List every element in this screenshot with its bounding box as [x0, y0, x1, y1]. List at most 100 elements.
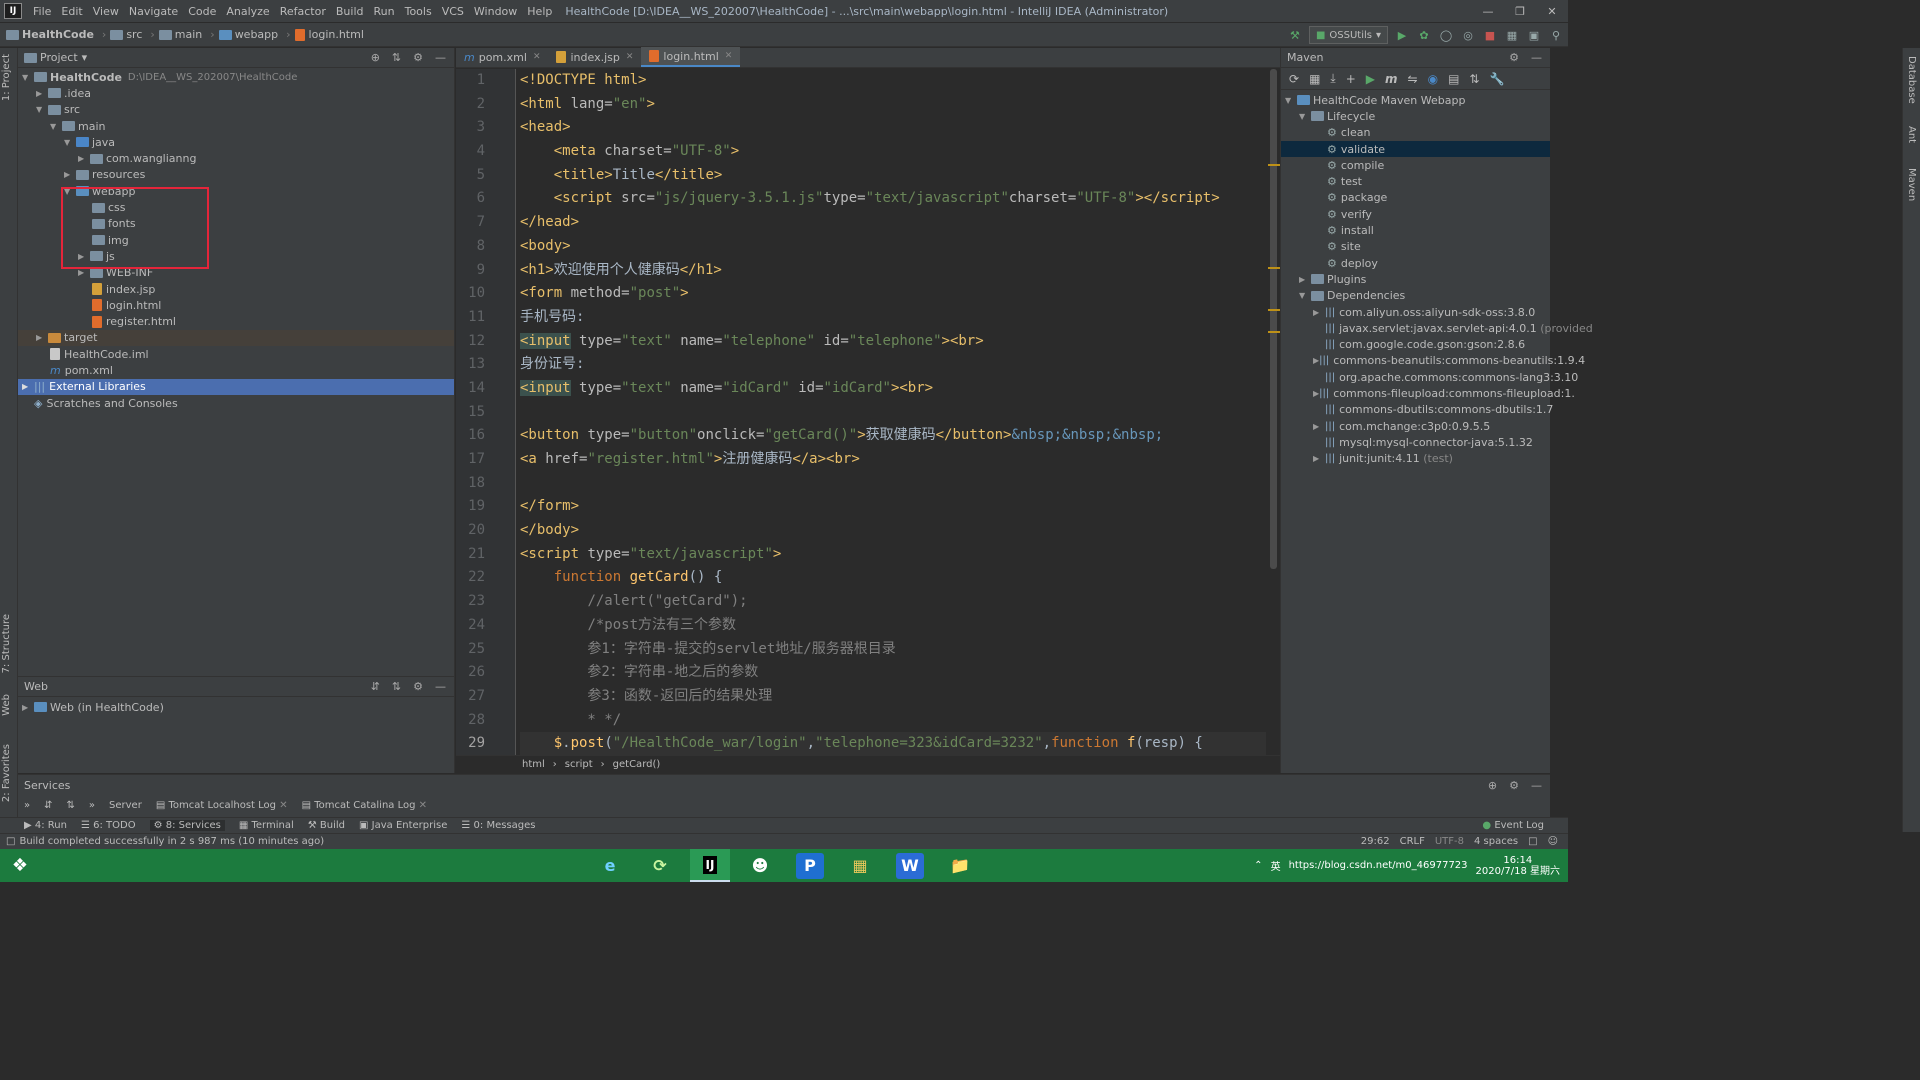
tree-item-package[interactable]: ▶ com.wanglianng: [18, 150, 454, 166]
dependency-item[interactable]: ▶ ||| com.aliyun.oss:aliyun-sdk-oss:3.8.0: [1281, 304, 1550, 320]
run-icon[interactable]: ▶: [1366, 72, 1375, 86]
profile-icon[interactable]: ◎: [1460, 27, 1476, 43]
caret-position[interactable]: 29:62: [1361, 836, 1390, 847]
generate-sources-icon[interactable]: ▦: [1309, 72, 1320, 86]
reload-icon[interactable]: ⟳: [1289, 72, 1299, 86]
menu-navigate[interactable]: Navigate: [124, 5, 183, 18]
stop-icon[interactable]: ■: [1482, 27, 1498, 43]
add-icon[interactable]: +: [1346, 72, 1356, 86]
expand-all-icon[interactable]: ⇵: [371, 680, 380, 693]
lock-icon[interactable]: □: [1528, 836, 1537, 847]
status-icon[interactable]: □: [6, 836, 15, 847]
tree-item-web-inf[interactable]: ▶ WEB-INF: [18, 265, 454, 281]
event-log[interactable]: ● Event Log: [1482, 820, 1568, 831]
menu-build[interactable]: Build: [331, 5, 369, 18]
tree-item-external-libraries[interactable]: ▶ ||| External Libraries: [18, 378, 454, 395]
dependency-item[interactable]: ||| commons-dbutils:commons-dbutils:1.7: [1281, 402, 1553, 418]
gear-icon[interactable]: ⚙: [1509, 779, 1519, 792]
services-tab-localhost-log[interactable]: ▤ Tomcat Localhost Log ✕: [156, 800, 288, 811]
hide-icon[interactable]: —: [435, 51, 446, 64]
tray-expand-icon[interactable]: ⌃: [1254, 860, 1262, 871]
gear-icon[interactable]: ⚙: [413, 51, 423, 64]
dependency-item[interactable]: ||| javax.servlet:javax.servlet-api:4.0.1…: [1281, 320, 1593, 336]
tree-item-idea[interactable]: ▶ .idea: [18, 85, 454, 101]
lifecycle-compile[interactable]: ⚙ compile: [1281, 157, 1550, 173]
lifecycle-install[interactable]: ⚙ install: [1281, 222, 1550, 238]
gear-icon[interactable]: ⚙: [1509, 51, 1519, 64]
skip-tests-icon[interactable]: ◉: [1428, 72, 1438, 86]
search-icon[interactable]: ⚲: [1548, 27, 1564, 43]
tree-item-pom[interactable]: m pom.xml: [18, 362, 454, 378]
hide-icon[interactable]: —: [435, 680, 446, 693]
dependency-item[interactable]: ▶ ||| junit:junit:4.11 (test): [1281, 451, 1550, 467]
menu-view[interactable]: View: [88, 5, 124, 18]
hide-icon[interactable]: —: [1531, 51, 1542, 64]
toolwin-build[interactable]: ⚒ Build: [308, 820, 345, 831]
line-separator[interactable]: CRLF: [1400, 836, 1425, 847]
services-tab-catalina-log[interactable]: ▤ Tomcat Catalina Log ✕: [302, 800, 427, 811]
restore-icon[interactable]: ❐: [1504, 0, 1536, 23]
close-tab-icon[interactable]: ✕: [626, 52, 634, 62]
collapse-icon[interactable]: ⇅: [67, 800, 75, 811]
web-tree-item[interactable]: ▶ Web (in HealthCode): [18, 699, 454, 715]
menu-run[interactable]: Run: [369, 5, 400, 18]
collapse-icon[interactable]: ⇅: [392, 680, 401, 693]
toggle-offline-icon[interactable]: ⇋: [1408, 72, 1418, 86]
stripe-maven[interactable]: Maven: [1906, 168, 1917, 201]
user-avatar-icon[interactable]: ☻: [740, 849, 780, 882]
tree-item-register-html[interactable]: register.html: [18, 313, 454, 329]
breadcrumb-src[interactable]: src: [110, 28, 142, 41]
tab-pom-xml[interactable]: m pom.xml ✕: [456, 47, 548, 67]
warning-marker[interactable]: [1268, 309, 1280, 311]
close-tab-icon[interactable]: ✕: [533, 52, 541, 62]
tree-item-java[interactable]: ▼ java: [18, 134, 454, 150]
minimize-icon[interactable]: —: [1472, 0, 1504, 23]
menu-file[interactable]: File: [28, 5, 56, 18]
menu-edit[interactable]: Edit: [56, 5, 87, 18]
inspector-icon[interactable]: ☺: [1548, 836, 1558, 847]
powerpoint-icon[interactable]: P: [796, 852, 824, 879]
tree-item-target[interactable]: ▶ target: [18, 329, 454, 347]
tree-item-css[interactable]: css: [18, 199, 454, 215]
dependency-item[interactable]: ||| org.apache.commons:commons-lang3:3.10: [1281, 369, 1578, 385]
file-explorer-icon[interactable]: 📁: [940, 849, 980, 882]
lifecycle-test[interactable]: ⚙ test: [1281, 173, 1550, 189]
crumb-html[interactable]: html: [522, 759, 545, 770]
lifecycle-clean[interactable]: ⚙ clean: [1281, 125, 1550, 141]
dependency-item[interactable]: ▶ ||| com.mchange:c3p0:0.9.5.5: [1281, 418, 1550, 434]
collapse-icon[interactable]: ⇅: [392, 51, 401, 64]
more-icon[interactable]: »: [89, 800, 95, 811]
stripe-structure[interactable]: 7: Structure: [1, 614, 12, 673]
clock[interactable]: 16:14 2020/7/18 星期六: [1476, 855, 1560, 877]
warning-marker[interactable]: [1268, 267, 1280, 269]
database-app-icon[interactable]: ▦: [840, 849, 880, 882]
dependency-item[interactable]: ||| mysql:mysql-connector-java:5.1.32: [1281, 434, 1550, 450]
warning-marker[interactable]: [1268, 164, 1280, 166]
close-icon[interactable]: ✕: [1536, 0, 1568, 23]
run-config-select[interactable]: ■ OSSUtils ▾: [1308, 26, 1388, 44]
tree-item-healthcode[interactable]: ▼ HealthCode D:\IDEA__WS_202007\HealthCode: [18, 69, 454, 85]
scrollbar-thumb[interactable]: [1270, 69, 1277, 569]
run-icon[interactable]: ▶: [1394, 27, 1410, 43]
stripe-project[interactable]: 1: Project: [1, 54, 12, 101]
tree-item-index-jsp[interactable]: index.jsp: [18, 281, 454, 297]
stripe-web[interactable]: Web: [1, 694, 12, 716]
lifecycle-site[interactable]: ⚙ site: [1281, 239, 1550, 255]
project-structure-icon[interactable]: ▦: [1504, 27, 1520, 43]
toolwin-todo[interactable]: ☰ 6: TODO: [81, 820, 136, 831]
breadcrumb-webapp[interactable]: webapp: [218, 28, 278, 41]
stripe-favorites[interactable]: 2: Favorites: [1, 744, 12, 802]
coverage-icon[interactable]: ◯: [1438, 27, 1454, 43]
locate-icon[interactable]: ⊕: [371, 51, 380, 64]
gear-icon[interactable]: ⚙: [413, 680, 423, 693]
windows-start-icon[interactable]: ❖: [0, 849, 40, 882]
services-tab-server[interactable]: Server: [109, 800, 142, 811]
lifecycle-validate[interactable]: ⚙ validate: [1281, 140, 1550, 158]
dependency-item[interactable]: ▶ ||| commons-beanutils:commons-beanutils:…: [1281, 353, 1585, 369]
tree-item-main[interactable]: ▼ main: [18, 118, 454, 134]
download-icon[interactable]: ⤓: [1330, 71, 1335, 86]
wrench-icon[interactable]: 🔧: [1489, 72, 1504, 86]
intellij-app-icon[interactable]: IJ: [690, 849, 730, 882]
add-service-icon[interactable]: ⊕: [1488, 779, 1497, 792]
breadcrumb-project[interactable]: HealthCode: [6, 28, 94, 41]
